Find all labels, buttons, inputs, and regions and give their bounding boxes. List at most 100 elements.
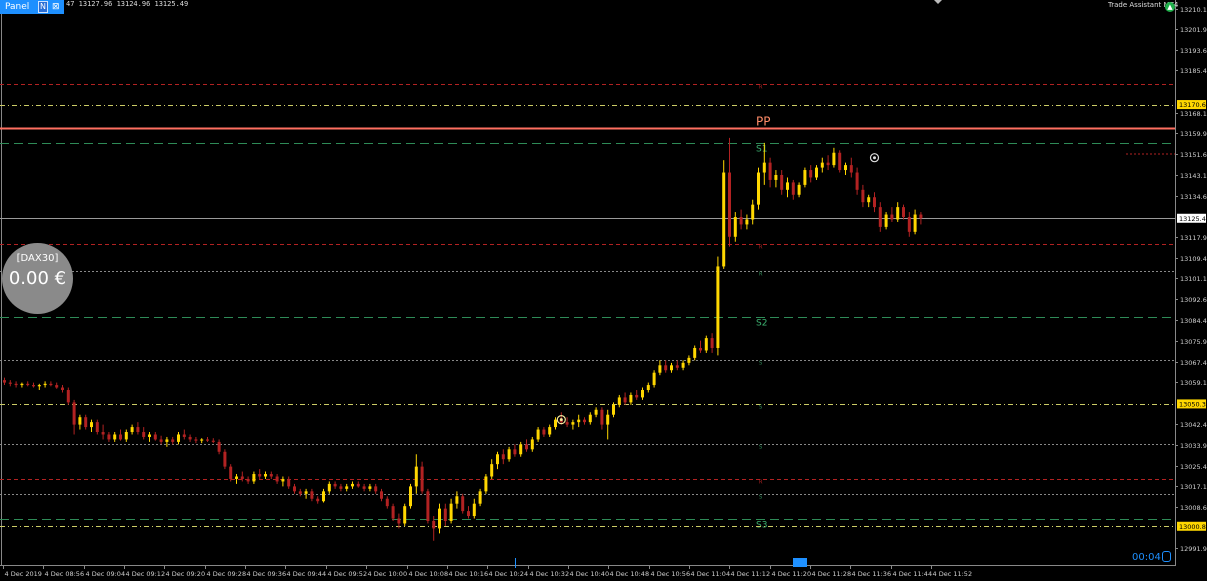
candle-body (409, 486, 412, 507)
y-tick-label: 13075.90 (1180, 338, 1207, 346)
candle-body (791, 182, 795, 195)
candle-body (159, 439, 163, 442)
y-tick-label: 13117.90 (1180, 234, 1207, 242)
candle-body (414, 466, 418, 487)
candle-body (722, 172, 726, 267)
candle-body (902, 207, 905, 218)
candle-body (832, 152, 836, 166)
candle-body (548, 427, 552, 435)
candle-body (646, 385, 650, 391)
candle-body (623, 397, 627, 403)
panel-label: Panel (5, 2, 30, 12)
x-tick-label: 4 Dec 10:48 (610, 570, 650, 578)
n-button[interactable]: N (38, 1, 48, 13)
x-tick-label: 4 Dec 11:44 (893, 570, 933, 578)
candle-body (188, 436, 192, 440)
candle-body (322, 491, 325, 502)
candle-body (101, 432, 105, 435)
candle-body (153, 434, 157, 440)
candle-body (136, 427, 140, 433)
candle-body (37, 385, 41, 387)
candle-body (420, 466, 424, 492)
x-tick-label: 4 Dec 11:04 (691, 570, 731, 578)
candle-body (704, 338, 708, 351)
y-tick-label: 13143.15 (1180, 172, 1207, 180)
x-tick-label: 4 Dec 09:52 (328, 570, 368, 578)
y-tick-label: 13067.40 (1180, 359, 1207, 367)
y-tick-label: 13201.90 (1180, 26, 1207, 34)
up-arrow-icon[interactable]: ▲ (1165, 2, 1175, 12)
candle-body (72, 402, 76, 425)
candle-body (449, 503, 453, 521)
candle-body (177, 434, 180, 442)
candle-body (844, 165, 847, 171)
price-chart[interactable]: R PP S1 R R S2 S S S R S S3 13210.15 13201.90 13193.6… (0, 0, 1207, 581)
candle-body (298, 491, 302, 494)
y-tick-label: 13008.65 (1180, 504, 1207, 512)
level-label: R (759, 85, 763, 91)
candle-body (455, 496, 459, 504)
candle-body (403, 506, 407, 524)
candle-body (171, 439, 175, 442)
candle-body (26, 383, 30, 386)
chevron-down-icon[interactable] (934, 0, 942, 4)
y-tick-label: 13151.65 (1180, 151, 1207, 159)
candle-body (496, 454, 499, 465)
candle-body (252, 474, 256, 482)
x-tick-label: 4 Dec 09:36 (247, 570, 287, 578)
y-tick-label: 13101.15 (1180, 275, 1207, 283)
candle-body (525, 444, 528, 450)
candle-body (606, 414, 610, 425)
level-label: PP (756, 115, 770, 129)
symbol-label: [DAX30] (16, 253, 59, 264)
candle-body (211, 440, 215, 442)
candle-body (658, 365, 662, 373)
candle-body (165, 439, 169, 442)
time-cursor-marker (515, 558, 516, 568)
y-tick-label: 13159.90 (1180, 130, 1207, 138)
candle-body (223, 451, 227, 467)
close-icon[interactable]: ⊠ (52, 0, 60, 14)
price-box-label: 13000.86 (1179, 523, 1207, 531)
candle-body (652, 372, 656, 386)
candle-body (571, 422, 575, 425)
x-tick-label: 4 Dec 2019 (5, 570, 42, 578)
x-tick-label: 4 Dec 10:00 (368, 570, 408, 578)
candle-body (258, 474, 262, 477)
candle-body (374, 486, 378, 492)
candle-body (641, 390, 644, 398)
candle-body (664, 365, 668, 371)
pivot-levels: R PP S1 R R S2 S S S R S S3 (0, 84, 1175, 531)
level-label: S (759, 445, 762, 451)
candle-body (687, 357, 691, 363)
candle-body (356, 483, 360, 487)
x-tick-label: 4 Dec 11:36 (852, 570, 892, 578)
x-tick-label: 4 Dec 11:52 (933, 570, 973, 578)
y-tick-label: 13059.15 (1180, 379, 1207, 387)
time-axis: 4 Dec 2019 4 Dec 08:56 4 Dec 09:04 4 Dec 09… (3, 565, 973, 578)
x-tick-label: 4 Dec 10:24 (489, 570, 529, 578)
hourglass-icon (1162, 551, 1171, 562)
balance-value: 0.00 € (8, 268, 67, 289)
candle-body (826, 162, 830, 166)
candle-body (426, 491, 430, 521)
time-highlight-marker[interactable] (793, 558, 807, 567)
panel-button[interactable]: Panel N ⊠ (0, 0, 64, 14)
y-tick-label: 13134.65 (1180, 193, 1207, 201)
candle-body (206, 439, 209, 441)
y-tick-label: 13084.40 (1180, 317, 1207, 325)
candle-timer: 00:04 (1132, 552, 1161, 563)
candle-body (443, 508, 447, 521)
candle-body (693, 347, 697, 358)
x-tick-label: 4 Dec 09:20 (166, 570, 206, 578)
y-tick-label: 13168.15 (1180, 110, 1207, 118)
x-tick-label: 4 Dec 10:08 (409, 570, 449, 578)
candle-body (3, 380, 6, 383)
y-tick-label: 13109.40 (1180, 255, 1207, 263)
y-tick-label: 13193.65 (1180, 47, 1207, 55)
candle-body (281, 478, 285, 482)
balance-badge: [DAX30] 0.00 € (2, 243, 73, 314)
candle-body (14, 383, 18, 386)
candle-body (878, 207, 882, 227)
level-label: S1 (756, 145, 767, 155)
